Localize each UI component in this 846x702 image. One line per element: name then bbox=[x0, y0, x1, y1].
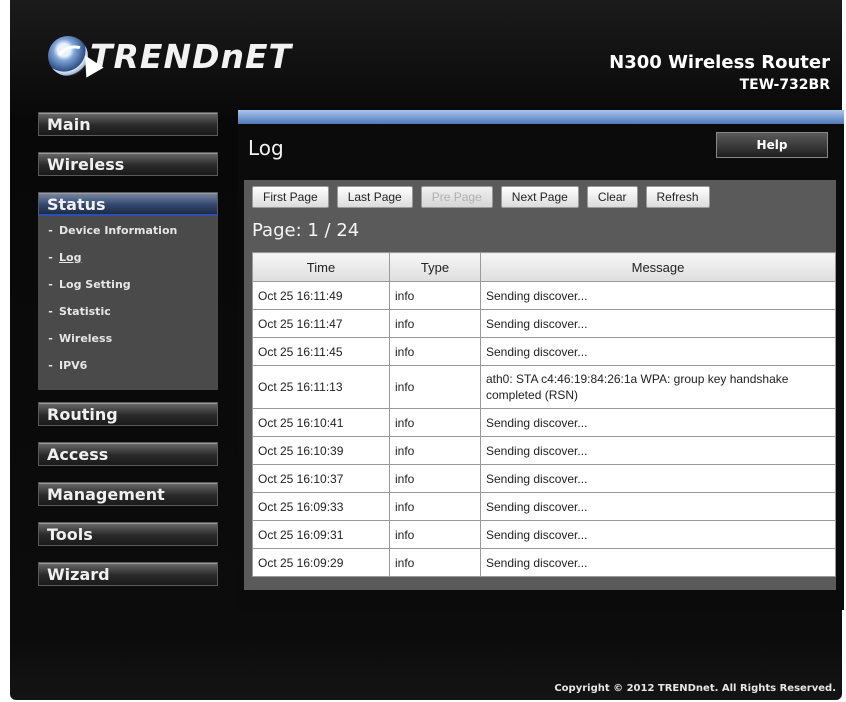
clear-button[interactable]: Clear bbox=[586, 186, 638, 208]
page-title: Log bbox=[248, 136, 284, 160]
log-container: First Page Last Page Pre Page Next Page … bbox=[244, 180, 836, 590]
next-page-button[interactable]: Next Page bbox=[500, 186, 579, 208]
status-submenu: - Device Information - Log - Log Setting -S… bbox=[38, 216, 218, 390]
last-page-button[interactable]: Last Page bbox=[336, 186, 413, 208]
cell-message: Sending discover... bbox=[480, 337, 836, 366]
cell-type: info bbox=[389, 520, 481, 549]
table-row: Oct 25 16:11:47 info Sending discover... bbox=[252, 309, 836, 338]
sidebar-nav: Main Wireless Status - Device Information… bbox=[38, 112, 218, 602]
cell-message: Sending discover... bbox=[480, 309, 836, 338]
table-row: Oct 25 16:11:45 info Sending discover... bbox=[252, 337, 836, 366]
refresh-button[interactable]: Refresh bbox=[645, 186, 710, 208]
cell-message: Sending discover... bbox=[480, 436, 836, 465]
table-row: Oct 25 16:10:39 info Sending discover... bbox=[252, 436, 836, 465]
subnav-label: Statistic bbox=[59, 305, 111, 318]
log-table: Time Type Message Oct 25 16:11:49 info S… bbox=[252, 252, 836, 577]
column-header-time: Time bbox=[252, 252, 390, 282]
table-row: Oct 25 16:09:31 info Sending discover... bbox=[252, 520, 836, 549]
log-toolbar: First Page Last Page Pre Page Next Page … bbox=[252, 186, 710, 208]
cell-type: info bbox=[389, 464, 481, 493]
cell-type: info bbox=[389, 548, 481, 577]
cell-message: Sending discover... bbox=[480, 281, 836, 310]
subnav-wireless[interactable]: - Wireless bbox=[38, 332, 218, 359]
cell-time: Oct 25 16:11:47 bbox=[252, 309, 390, 338]
subnav-label: Wireless bbox=[59, 332, 113, 345]
cell-message: ath0: STA c4:46:19:84:26:1a WPA: group k… bbox=[480, 365, 836, 409]
subnav-log-setting[interactable]: - Log Setting bbox=[38, 278, 218, 305]
copyright-text: Copyright © 2012 TRENDnet. All Rights Re… bbox=[554, 683, 836, 694]
cell-time: Oct 25 16:09:31 bbox=[252, 520, 390, 549]
subnav-ipv6[interactable]: - IPV6 bbox=[38, 359, 218, 386]
cell-time: Oct 25 16:11:13 bbox=[252, 365, 390, 409]
cell-type: info bbox=[389, 365, 481, 409]
sidebar-item-status[interactable]: Status bbox=[38, 192, 218, 216]
sidebar-item-management[interactable]: Management bbox=[38, 482, 218, 506]
page-indicator: Page: 1 / 24 bbox=[252, 220, 360, 241]
cell-type: info bbox=[389, 492, 481, 521]
sidebar-item-wizard[interactable]: Wizard bbox=[38, 562, 218, 586]
product-model: TEW-732BR bbox=[739, 77, 830, 93]
sidebar-item-tools[interactable]: Tools bbox=[38, 522, 218, 546]
table-row: Oct 25 16:09:33 info Sending discover... bbox=[252, 492, 836, 521]
table-row: Oct 25 16:11:13 info ath0: STA c4:46:19:… bbox=[252, 365, 836, 409]
cell-message: Sending discover... bbox=[480, 520, 836, 549]
cell-time: Oct 25 16:10:39 bbox=[252, 436, 390, 465]
cell-type: info bbox=[389, 309, 481, 338]
cell-message: Sending discover... bbox=[480, 408, 836, 437]
subnav-log[interactable]: - Log bbox=[38, 251, 218, 278]
help-button[interactable]: Help bbox=[716, 132, 828, 158]
cell-message: Sending discover... bbox=[480, 492, 836, 521]
cell-type: info bbox=[389, 337, 481, 366]
sidebar-item-access[interactable]: Access bbox=[38, 442, 218, 466]
product-name: N300 Wireless Router bbox=[609, 52, 830, 73]
cell-type: info bbox=[389, 408, 481, 437]
product-info: N300 Wireless Router TEW-732BR bbox=[609, 52, 830, 93]
table-header-row: Time Type Message bbox=[252, 252, 836, 282]
subnav-label: Log Setting bbox=[59, 278, 131, 291]
cell-time: Oct 25 16:11:49 bbox=[252, 281, 390, 310]
panel-title-bar bbox=[238, 110, 844, 124]
cell-type: info bbox=[389, 281, 481, 310]
content-panel: Log Help First Page Last Page Pre Page N… bbox=[238, 110, 844, 610]
pre-page-button[interactable]: Pre Page bbox=[420, 186, 493, 208]
cell-time: Oct 25 16:11:45 bbox=[252, 337, 390, 366]
subnav-label: IPV6 bbox=[59, 359, 88, 372]
sidebar-item-routing[interactable]: Routing bbox=[38, 402, 218, 426]
cell-time: Oct 25 16:10:41 bbox=[252, 408, 390, 437]
sidebar-item-main[interactable]: Main bbox=[38, 112, 218, 136]
sidebar-item-wireless[interactable]: Wireless bbox=[38, 152, 218, 176]
subnav-statistic[interactable]: - Statistic bbox=[38, 305, 218, 332]
router-admin-frame: TRENDnET N300 Wireless Router TEW-732BR … bbox=[10, 0, 844, 700]
subnav-label: Log bbox=[59, 251, 82, 264]
cell-time: Oct 25 16:09:33 bbox=[252, 492, 390, 521]
cell-message: Sending discover... bbox=[480, 548, 836, 577]
cell-time: Oct 25 16:10:37 bbox=[252, 464, 390, 493]
column-header-message: Message bbox=[480, 252, 836, 282]
first-page-button[interactable]: First Page bbox=[252, 186, 329, 208]
cell-message: Sending discover... bbox=[480, 464, 836, 493]
table-row: Oct 25 16:09:29 info Sending discover... bbox=[252, 548, 836, 577]
table-row: Oct 25 16:10:37 info Sending discover... bbox=[252, 464, 836, 493]
logo-text: TRENDnET bbox=[90, 36, 293, 76]
table-row: Oct 25 16:10:41 info Sending discover... bbox=[252, 408, 836, 437]
subnav-label: Device Information bbox=[59, 224, 178, 237]
subnav-device-information[interactable]: - Device Information bbox=[38, 224, 218, 251]
table-row: Oct 25 16:11:49 info Sending discover... bbox=[252, 281, 836, 310]
cell-time: Oct 25 16:09:29 bbox=[252, 548, 390, 577]
column-header-type: Type bbox=[389, 252, 481, 282]
cell-type: info bbox=[389, 436, 481, 465]
